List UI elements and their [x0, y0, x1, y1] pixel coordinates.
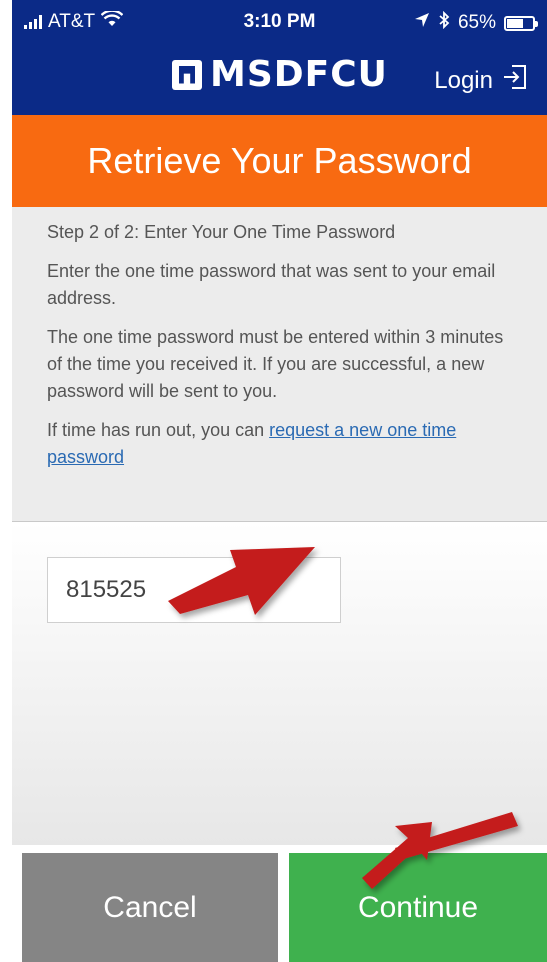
otp-input[interactable]: [47, 557, 341, 623]
step-label: Step 2 of 2: Enter Your One Time Passwor…: [47, 222, 396, 242]
top-bar: AT&T 3:10 PM 65% MSDFCU Login: [12, 0, 547, 115]
login-icon: [503, 64, 527, 97]
logo-icon: [172, 59, 202, 90]
logo-text: MSDFCU: [210, 54, 388, 95]
battery-percent: 65%: [457, 12, 496, 33]
login-button[interactable]: Login: [434, 64, 527, 97]
instruction-text-1: Enter the one time password that was sen…: [47, 261, 496, 308]
page-title: Retrieve Your Password: [12, 115, 547, 207]
otp-form: [12, 522, 547, 845]
status-right: 65%: [414, 10, 538, 35]
battery-level: [507, 18, 524, 28]
continue-button[interactable]: Continue: [289, 853, 547, 962]
login-label: Login: [434, 66, 493, 94]
location-icon: [414, 12, 430, 34]
instruction-text-3-prefix: If time has run out, you can: [47, 420, 270, 440]
action-bar: Cancel Continue: [12, 845, 547, 962]
instructions-panel: Step 2 of 2: Enter Your One Time Passwor…: [12, 207, 547, 522]
app-header: MSDFCU Login: [12, 44, 547, 115]
app-screen: AT&T 3:10 PM 65% MSDFCU Login Retrieve Y…: [12, 0, 547, 962]
logo: MSDFCU: [172, 54, 388, 95]
instruction-text-2: The one time password must be entered wi…: [47, 327, 504, 401]
bluetooth-icon: [438, 10, 450, 35]
cancel-button[interactable]: Cancel: [22, 853, 278, 962]
status-bar: AT&T 3:10 PM 65%: [12, 0, 547, 44]
battery-icon: [504, 15, 538, 31]
instruction-text-3: If time has run out, you can request a n…: [47, 417, 523, 471]
